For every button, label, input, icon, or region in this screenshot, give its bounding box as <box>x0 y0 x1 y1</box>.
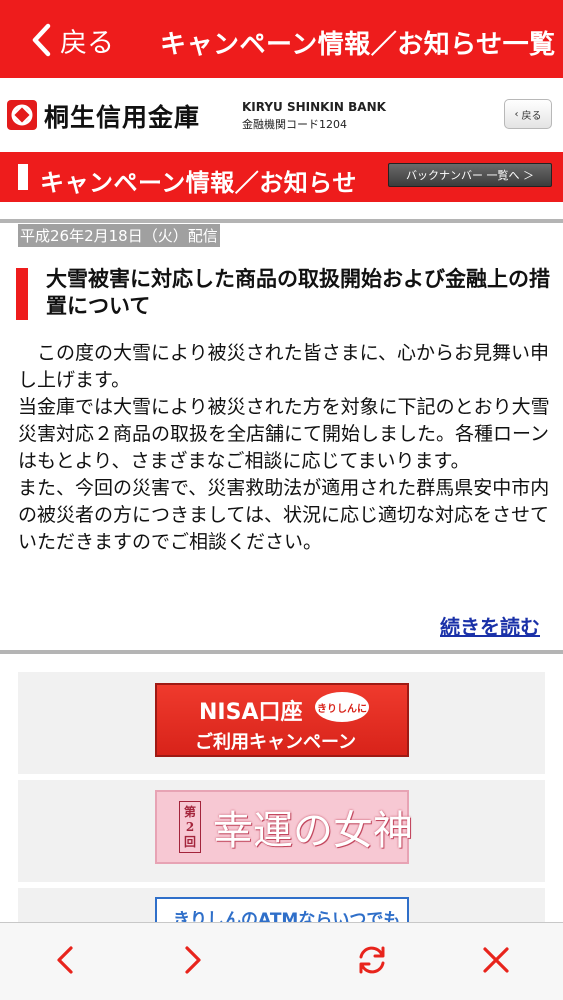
article-paragraph: 当金庫では大雪により被災された方を対象に下記のとおり大雪災害対応２商品の取扱を全… <box>18 396 550 472</box>
divider <box>0 219 563 223</box>
section-title: キャンペーン情報／お知らせ <box>40 169 357 197</box>
small-chevron-left-icon: ‹ <box>514 108 519 120</box>
article-paragraph: この度の大雪により被災された皆さまに、心からお見舞い申し上げます。 <box>18 342 550 391</box>
article-body: この度の大雪により被災された皆さまに、心からお見舞い申し上げます。 当金庫では大… <box>18 340 550 556</box>
article-title-marker <box>16 268 28 320</box>
article-paragraph: また、今回の災害で、災害救助法が適用された群馬県安中市内の被災者の方につきまして… <box>18 477 550 553</box>
nisa-banner-badge: きりしんに <box>315 692 369 722</box>
goddess-banner-title: 幸運の女神 <box>213 808 413 854</box>
goddess-edition-tag: 第 2 回 <box>179 801 201 853</box>
chevron-left-icon <box>32 23 51 57</box>
goddess-tag-text: 第 <box>183 804 196 819</box>
reload-button[interactable] <box>350 938 394 982</box>
goddess-tag-text: 回 <box>183 834 196 849</box>
bank-name-en: KIRYU SHINKIN BANK <box>242 100 386 114</box>
section-marker <box>18 164 28 190</box>
bank-header: 桐生信用金庫 KIRYU SHINKIN BANK 金融機関コード1204 ‹ … <box>0 78 563 152</box>
browser-forward-button[interactable] <box>170 938 214 982</box>
article-title: 大雪被害に対応した商品の取扱開始および金融上の措置について <box>46 267 550 318</box>
chevron-left-icon <box>57 946 73 974</box>
nav-back-label: 戻る <box>60 27 114 59</box>
backnumber-button[interactable]: バックナンバー 一覧へ ＞ <box>388 163 552 187</box>
bank-logo-icon <box>7 100 37 130</box>
page-title: キャンペーン情報／お知らせ一覧 <box>160 30 556 60</box>
close-icon <box>483 947 509 973</box>
bank-name: 桐生信用金庫 <box>44 103 201 132</box>
divider <box>0 650 563 654</box>
header-back-label: 戻る <box>521 110 542 122</box>
header-back-button[interactable]: ‹ 戻る <box>504 99 552 129</box>
read-more-link[interactable]: 続きを読む <box>440 611 540 640</box>
nisa-banner-subtitle: ご利用キャンペーン <box>195 732 357 753</box>
article-date: 平成26年2月18日（火）配信 <box>18 224 220 247</box>
lucky-goddess-banner[interactable]: 第 2 回 幸運の女神 <box>155 790 413 864</box>
nisa-banner-title: NISA口座 <box>199 700 303 725</box>
bank-code: 金融機関コード1204 <box>242 118 347 131</box>
browser-back-button[interactable] <box>44 938 88 982</box>
nav-back-button[interactable]: 戻る <box>30 18 114 62</box>
close-button[interactable] <box>474 938 518 982</box>
goddess-tag-text: 2 <box>185 819 195 834</box>
nisa-campaign-banner[interactable]: NISA口座 きりしんに ご利用キャンペーン <box>155 683 409 757</box>
reload-icon <box>359 946 385 974</box>
chevron-right-icon <box>185 946 201 974</box>
